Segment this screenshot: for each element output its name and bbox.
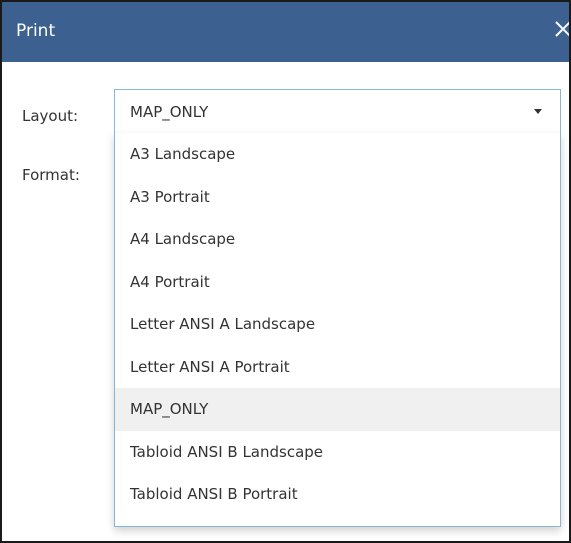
layout-option[interactable]: Tabloid ANSI B Landscape <box>115 431 560 474</box>
layout-option[interactable]: Letter ANSI A Landscape <box>115 303 560 346</box>
layout-option[interactable]: A3 Portrait <box>115 176 560 219</box>
layout-option[interactable]: MAP_ONLY <box>115 388 560 431</box>
layout-select-value: MAP_ONLY <box>130 103 209 121</box>
layout-option[interactable]: A3 Landscape <box>115 133 560 176</box>
caret-down-icon[interactable] <box>534 109 542 114</box>
layout-label: Layout: <box>22 107 79 125</box>
layout-option[interactable]: A4 Landscape <box>115 218 560 261</box>
print-dialog: Print Layout: Format: MAP_ONLY A3 Landsc… <box>0 0 571 543</box>
layout-option[interactable]: Tabloid ANSI B Portrait <box>115 473 560 516</box>
format-label: Format: <box>22 166 80 184</box>
layout-select[interactable]: MAP_ONLY <box>114 89 561 134</box>
layout-option[interactable]: A4 Portrait <box>115 261 560 304</box>
dialog-title: Print <box>16 21 56 41</box>
layout-option[interactable]: Letter ANSI A Portrait <box>115 346 560 389</box>
layout-dropdown-list: A3 Landscape A3 Portrait A4 Landscape A4… <box>114 133 561 527</box>
dialog-titlebar: Print <box>2 2 569 62</box>
close-icon[interactable] <box>553 16 569 42</box>
